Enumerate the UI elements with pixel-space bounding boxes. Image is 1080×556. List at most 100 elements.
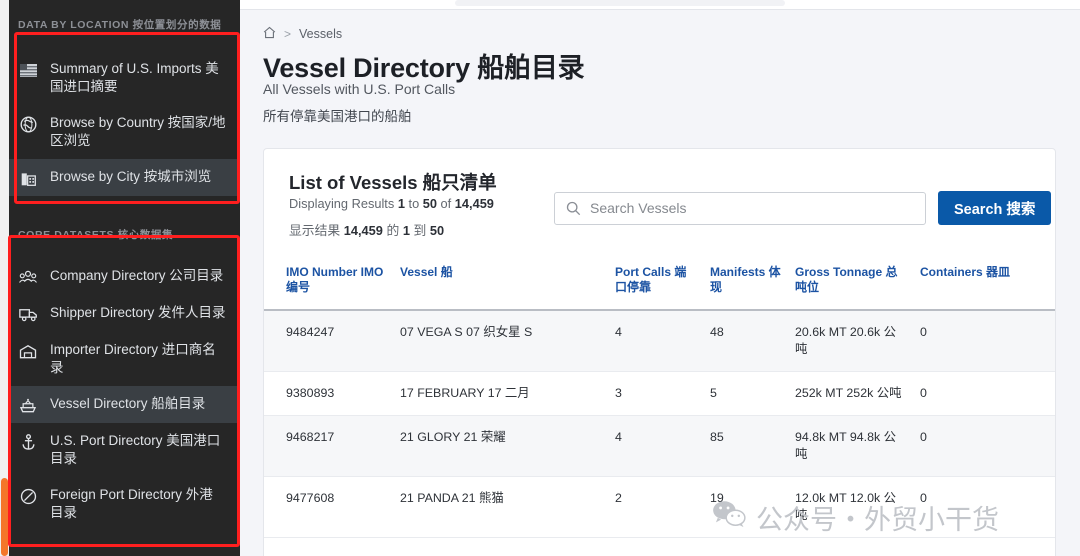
sidebar-item-importer-directory[interactable]: Importer Directory 进口商名录 xyxy=(0,332,240,386)
ship-icon xyxy=(18,396,38,414)
cell-vessel-name[interactable]: 21 PANDA 21 熊猫 xyxy=(394,476,609,538)
sidebar-item-label: Shipper Directory 发件人目录 xyxy=(50,305,226,320)
cell-manifests: 85 xyxy=(704,415,789,477)
sidebar-item-browse-by-city[interactable]: Browse by City 按城市浏览 xyxy=(0,159,240,196)
sidebar-scrollbar-track[interactable] xyxy=(0,0,9,556)
sidebar-item-company-directory[interactable]: Company Directory 公司目录 xyxy=(0,258,240,295)
page-title: Vessel Directory 船舶目录 xyxy=(263,53,585,83)
sidebar-item-shipper-directory[interactable]: Shipper Directory 发件人目录 xyxy=(0,295,240,332)
sidebar-item-label: Browse by Country 按国家/地区浏览 xyxy=(50,115,226,148)
results-mid: to xyxy=(404,196,423,211)
home-icon[interactable] xyxy=(263,26,276,42)
city-building-icon xyxy=(18,169,38,187)
sidebar-item-vessel-directory[interactable]: Vessel Directory 船舶目录 xyxy=(0,386,240,423)
sidebar-item-summary-us-imports[interactable]: Summary of U.S. Imports 美国进口摘要 xyxy=(0,51,240,105)
cell-port-calls: 4 xyxy=(609,415,704,477)
breadcrumb-current[interactable]: Vessels xyxy=(299,27,342,41)
sidebar-item-label: Importer Directory 进口商名录 xyxy=(50,342,216,375)
sidebar-top-strip xyxy=(0,0,240,12)
table-row[interactable]: 9477608 21 PANDA 21 熊猫 2 19 12.0k MT 12.… xyxy=(264,476,1055,538)
column-header-vessel[interactable]: Vessel 船 xyxy=(394,257,609,311)
results-cn-total: 14,459 xyxy=(343,223,383,238)
sidebar-section-label-core: CORE DATASETS 核心数据集 xyxy=(18,229,174,241)
sidebar-item-us-port-directory[interactable]: U.S. Port Directory 美国港口目录 xyxy=(0,423,240,477)
column-header-imo-number[interactable]: IMO Number IMO 编号 xyxy=(264,257,394,311)
sidebar-section-label-location: DATA BY LOCATION 按位置划分的数据 xyxy=(18,19,222,31)
search-area: Search 搜索 xyxy=(554,191,1052,225)
cell-gross-tonnage: 12.0k MT 12.0k 公吨 xyxy=(789,476,914,538)
sidebar: DATA BY LOCATION 按位置划分的数据 Summary of U.S… xyxy=(0,0,240,556)
column-header-port-calls[interactable]: Port Calls 端口停靠 xyxy=(609,257,704,311)
compass-icon xyxy=(18,487,38,505)
truck-icon xyxy=(18,305,38,323)
results-count-cn: 显示结果 14,459 的 1 到 50 xyxy=(289,220,444,239)
table-row[interactable]: 9468217 21 GLORY 21 荣耀 4 85 94.8k MT 94.… xyxy=(264,415,1055,477)
cell-vessel-name[interactable]: 17 FEBRUARY 17 二月 xyxy=(394,371,609,416)
anchor-icon xyxy=(18,433,38,451)
sidebar-item-label: Company Directory 公司目录 xyxy=(50,268,224,283)
warehouse-icon xyxy=(18,342,38,360)
cell-gross-tonnage: 94.8k MT 94.8k 公吨 xyxy=(789,415,914,477)
table-header: IMO Number IMO 编号 Vessel 船 Port Calls 端口… xyxy=(264,257,1055,311)
results-to: 50 xyxy=(422,196,437,211)
search-icon xyxy=(566,201,581,216)
vessel-table: IMO Number IMO 编号 Vessel 船 Port Calls 端口… xyxy=(264,257,1055,538)
cell-port-calls: 4 xyxy=(609,310,704,372)
top-bar-ghost-element xyxy=(455,0,785,6)
cell-manifests: 19 xyxy=(704,476,789,538)
page-subtitle: All Vessels with U.S. Port Calls xyxy=(263,81,456,97)
cell-gross-tonnage: 252k MT 252k 公吨 xyxy=(789,371,914,416)
cell-containers: 0 xyxy=(914,310,1055,372)
results-total: 14,459 xyxy=(454,196,494,211)
results-cn-to: 50 xyxy=(429,223,445,238)
cell-vessel-name[interactable]: 21 GLORY 21 荣耀 xyxy=(394,415,609,477)
cell-port-calls: 2 xyxy=(609,476,704,538)
cell-imo-number[interactable]: 9468217 xyxy=(264,415,394,477)
cell-port-calls: 3 xyxy=(609,371,704,416)
cell-imo-number[interactable]: 9477608 xyxy=(264,476,394,538)
results-count: Displaying Results 1 to 50 of 14,459 xyxy=(289,196,494,211)
column-header-manifests[interactable]: Manifests 体现 xyxy=(704,257,789,311)
column-header-gross-tonnage[interactable]: Gross Tonnage 总吨位 xyxy=(789,257,914,311)
cell-containers: 0 xyxy=(914,371,1055,416)
results-from: 1 xyxy=(397,196,405,211)
sidebar-item-browse-by-country[interactable]: Browse by Country 按国家/地区浏览 xyxy=(0,105,240,159)
sidebar-group-data-by-location: DATA BY LOCATION 按位置划分的数据 Summary of U.S… xyxy=(0,18,240,196)
globe-icon xyxy=(18,115,38,133)
table-body: 9484247 07 VEGA S 07 织女星 S 4 48 20.6k MT… xyxy=(264,310,1055,538)
table-row[interactable]: 9380893 17 FEBRUARY 17 二月 3 5 252k MT 25… xyxy=(264,371,1055,416)
sidebar-item-label: Vessel Directory 船舶目录 xyxy=(50,396,206,411)
results-of: of xyxy=(436,196,455,211)
breadcrumb: > Vessels xyxy=(263,26,342,42)
results-cn-from: 1 xyxy=(402,223,410,238)
results-cn-prefix: 显示结果 xyxy=(289,223,344,238)
search-button[interactable]: Search 搜索 xyxy=(938,191,1052,225)
vessel-list-card: List of Vessels 船只清单 Displaying Results … xyxy=(263,148,1056,556)
cell-vessel-name[interactable]: 07 VEGA S 07 织女星 S xyxy=(394,310,609,372)
sidebar-item-label: Summary of U.S. Imports 美国进口摘要 xyxy=(50,61,219,94)
results-cn-mid: 的 xyxy=(382,223,403,238)
card-title: List of Vessels 船只清单 xyxy=(289,172,497,193)
top-bar xyxy=(240,0,1080,10)
column-header-containers[interactable]: Containers 器皿 xyxy=(914,257,1055,311)
sidebar-scrollbar-thumb[interactable] xyxy=(1,478,8,556)
cell-manifests: 5 xyxy=(704,371,789,416)
search-input[interactable] xyxy=(590,192,910,224)
app-root: DATA BY LOCATION 按位置划分的数据 Summary of U.S… xyxy=(0,0,1080,556)
main-content: > Vessels Vessel Directory 船舶目录 All Vess… xyxy=(240,0,1080,556)
page-subtitle-cn: 所有停靠美国港口的船舶 xyxy=(263,109,412,124)
sidebar-item-label: U.S. Port Directory 美国港口目录 xyxy=(50,433,221,466)
sidebar-group-core-datasets: CORE DATASETS 核心数据集 Company Directory 公司… xyxy=(0,228,240,531)
sidebar-item-foreign-port-directory[interactable]: Foreign Port Directory 外港目录 xyxy=(0,477,240,531)
search-box[interactable] xyxy=(554,191,926,225)
cell-imo-number[interactable]: 9380893 xyxy=(264,371,394,416)
breadcrumb-separator: > xyxy=(284,27,292,41)
table-header-row: IMO Number IMO 编号 Vessel 船 Port Calls 端口… xyxy=(264,257,1055,311)
people-group-icon xyxy=(18,268,38,286)
sidebar-item-label: Browse by City 按城市浏览 xyxy=(50,169,212,184)
results-cn-to2: 到 xyxy=(409,223,430,238)
cell-manifests: 48 xyxy=(704,310,789,372)
cell-imo-number[interactable]: 9484247 xyxy=(264,310,394,372)
table-row[interactable]: 9484247 07 VEGA S 07 织女星 S 4 48 20.6k MT… xyxy=(264,310,1055,372)
sidebar-item-label: Foreign Port Directory 外港目录 xyxy=(50,487,213,520)
